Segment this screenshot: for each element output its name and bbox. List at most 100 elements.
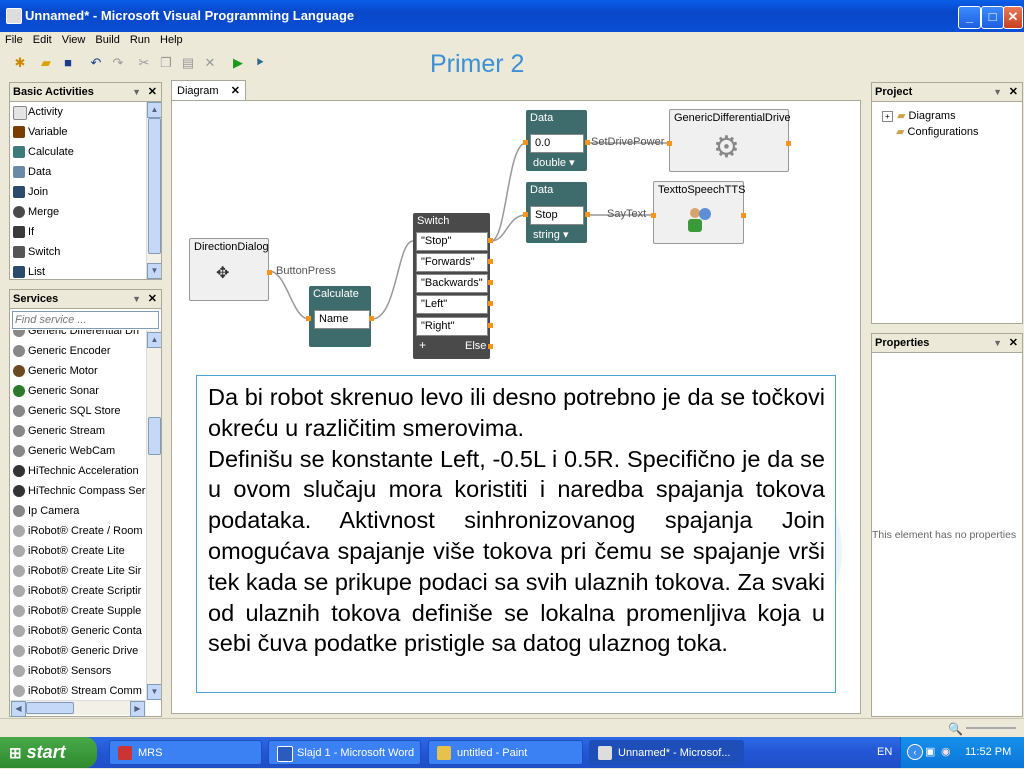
calculate-node[interactable]: Calculate Name (306, 286, 374, 347)
tts-node[interactable]: TexttoSpeechTTS (651, 181, 746, 244)
scroll-down-icon[interactable]: ▼ (147, 684, 161, 700)
dropdown-icon[interactable]: ▼ (993, 83, 1002, 101)
hscroll-thumb[interactable] (26, 702, 74, 714)
service-item[interactable]: iRobot® Generic Drive (10, 641, 161, 661)
close-panel-icon[interactable]: ✕ (1009, 83, 1018, 101)
output-port-else[interactable] (488, 344, 493, 349)
add-case-button[interactable]: + (419, 338, 426, 352)
scroll-up-icon[interactable]: ▲ (147, 332, 161, 348)
switch-case-stop[interactable]: "Stop" (416, 232, 488, 251)
list-item[interactable]: List (10, 262, 161, 279)
service-item[interactable]: Generic Differential Dri (10, 330, 161, 341)
undo-icon[interactable]: ↶ (88, 55, 104, 71)
scroll-right-icon[interactable]: ▶ (130, 701, 145, 717)
switch-item[interactable]: Switch (10, 242, 161, 262)
service-item[interactable]: Generic WebCam (10, 441, 161, 461)
service-item[interactable]: iRobot® Create Supple (10, 601, 161, 621)
data1-type[interactable]: double ▾ (533, 156, 575, 169)
save-icon[interactable]: ■ (60, 55, 76, 71)
close-tab-icon[interactable]: ✕ (231, 81, 240, 101)
output-port-stop[interactable] (488, 238, 493, 243)
service-item[interactable]: iRobot® Create Lite Sir (10, 561, 161, 581)
service-item[interactable]: Generic Encoder (10, 341, 161, 361)
new-icon[interactable]: ✱ (12, 55, 28, 71)
input-port[interactable] (667, 141, 672, 146)
activity-item[interactable]: Activity (10, 102, 161, 122)
data2-type[interactable]: string ▾ (533, 228, 568, 241)
dropdown-icon[interactable]: ▼ (993, 334, 1002, 352)
scroll-up-icon[interactable]: ▲ (147, 102, 161, 118)
close-panel-icon[interactable]: ✕ (1009, 334, 1018, 352)
output-port[interactable] (585, 140, 590, 145)
service-item[interactable]: iRobot® Create / Room (10, 521, 161, 541)
switch-case-left[interactable]: "Left" (416, 295, 488, 314)
output-port-right[interactable] (488, 323, 493, 328)
task-mrs[interactable]: MRS (109, 740, 262, 765)
generic-drive-node[interactable]: GenericDifferentialDrive ⚙ (667, 109, 791, 172)
direction-dialog-node[interactable]: DirectionDialog ✥ (189, 238, 272, 301)
tree-item-diagrams[interactable]: + ▰ Diagrams (882, 108, 978, 124)
input-port[interactable] (523, 212, 528, 217)
scroll-down-icon[interactable]: ▼ (147, 263, 161, 279)
debug-icon[interactable]: ⯈ (252, 55, 268, 71)
service-item[interactable]: iRobot® Create Lite (10, 541, 161, 561)
tab-diagram[interactable]: Diagram ✕ (171, 80, 246, 101)
calculate-item[interactable]: Calculate (10, 142, 161, 162)
tree-item-configurations[interactable]: ▰ Configurations (882, 124, 978, 140)
run-icon[interactable]: ▶ (230, 55, 246, 71)
network-icon[interactable]: ▣ (925, 745, 935, 758)
service-item[interactable]: HiTechnic Compass Ser (10, 481, 161, 501)
input-port[interactable] (651, 213, 656, 218)
service-item[interactable]: iRobot® Generic Conta (10, 621, 161, 641)
menu-build[interactable]: Build (90, 32, 124, 46)
output-port-forwards[interactable] (488, 259, 493, 264)
services-hscrollbar[interactable]: ◀ ▶ (10, 700, 146, 717)
input-port[interactable] (306, 316, 311, 321)
dropdown-icon[interactable]: ▼ (132, 290, 141, 308)
scroll-left-icon[interactable]: ◀ (11, 701, 26, 717)
if-item[interactable]: If (10, 222, 161, 242)
output-port-left[interactable] (488, 301, 493, 306)
input-port[interactable] (523, 140, 528, 145)
scroll-thumb[interactable] (148, 118, 161, 254)
zoom-slider[interactable] (966, 727, 1016, 729)
data1-value[interactable]: 0.0 (530, 134, 584, 153)
activities-scrollbar[interactable]: ▲ ▼ (146, 102, 161, 279)
close-panel-icon[interactable]: ✕ (148, 290, 157, 308)
language-indicator[interactable]: EN (877, 746, 892, 758)
close-button[interactable]: ✕ (1003, 6, 1023, 29)
data-node-2[interactable]: Data Stop string ▾ (523, 182, 590, 243)
task-vpl[interactable]: Unnamed* - Microsof... (589, 740, 744, 765)
zoom-icon[interactable]: 🔍 (948, 722, 963, 736)
service-item[interactable]: HiTechnic Acceleration (10, 461, 161, 481)
minimize-button[interactable]: _ (958, 6, 981, 29)
switch-case-backwards[interactable]: "Backwards" (416, 274, 488, 293)
scroll-thumb[interactable] (148, 417, 161, 455)
service-item[interactable]: iRobot® Create Scriptir (10, 581, 161, 601)
delete-icon[interactable]: ✕ (202, 55, 218, 71)
service-item[interactable]: Generic Stream (10, 421, 161, 441)
service-item[interactable]: Generic SQL Store (10, 401, 161, 421)
service-item[interactable]: iRobot® Sensors (10, 661, 161, 681)
copy-icon[interactable]: ❐ (158, 55, 174, 71)
task-word[interactable]: Slajd 1 - Microsoft Word (268, 740, 421, 765)
output-port[interactable] (786, 141, 791, 146)
service-item[interactable]: Ip Camera (10, 501, 161, 521)
service-item[interactable]: Generic Sonar (10, 381, 161, 401)
menu-edit[interactable]: Edit (28, 32, 57, 46)
switch-case-right[interactable]: "Right" (416, 317, 488, 336)
cut-icon[interactable]: ✂ (136, 55, 152, 71)
tray-expand-icon[interactable]: ‹ (907, 744, 923, 760)
dropdown-icon[interactable]: ▼ (132, 83, 141, 101)
menu-run[interactable]: Run (125, 32, 155, 46)
output-port[interactable] (267, 270, 272, 275)
find-service-input[interactable] (12, 311, 159, 329)
menu-view[interactable]: View (57, 32, 91, 46)
menu-help[interactable]: Help (155, 32, 188, 46)
close-panel-icon[interactable]: ✕ (148, 83, 157, 101)
switch-node[interactable]: Switch "Stop" "Forwards" "Backwards" "Le… (413, 213, 493, 359)
output-port-backwards[interactable] (488, 280, 493, 285)
service-item[interactable]: iRobot® Stream Comm (10, 681, 161, 700)
join-item[interactable]: Join (10, 182, 161, 202)
data-node-1[interactable]: Data 0.0 double ▾ (523, 110, 590, 171)
